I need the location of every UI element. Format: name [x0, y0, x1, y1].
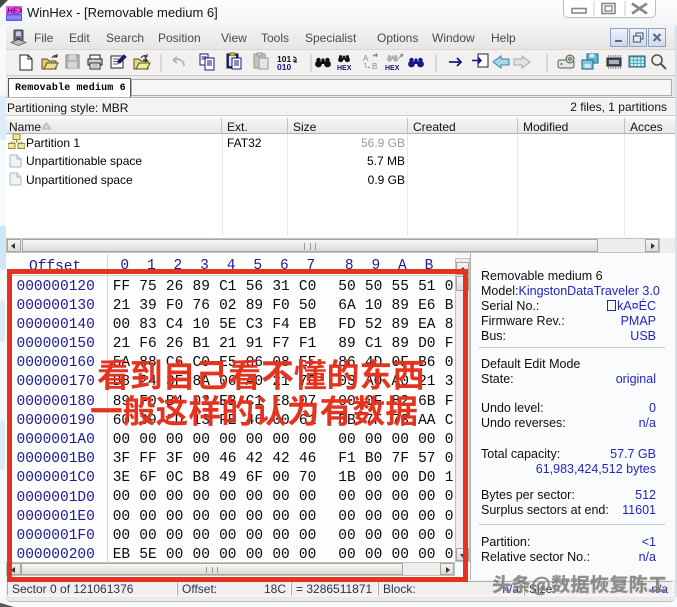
svg-text:HEX: HEX: [7, 7, 22, 16]
svg-text:HEX: HEX: [385, 65, 400, 72]
svg-text:B: B: [372, 62, 377, 71]
svg-text:HEX: HEX: [337, 65, 352, 72]
svg-text:A: A: [363, 54, 369, 63]
svg-text:010: 010: [277, 62, 291, 72]
